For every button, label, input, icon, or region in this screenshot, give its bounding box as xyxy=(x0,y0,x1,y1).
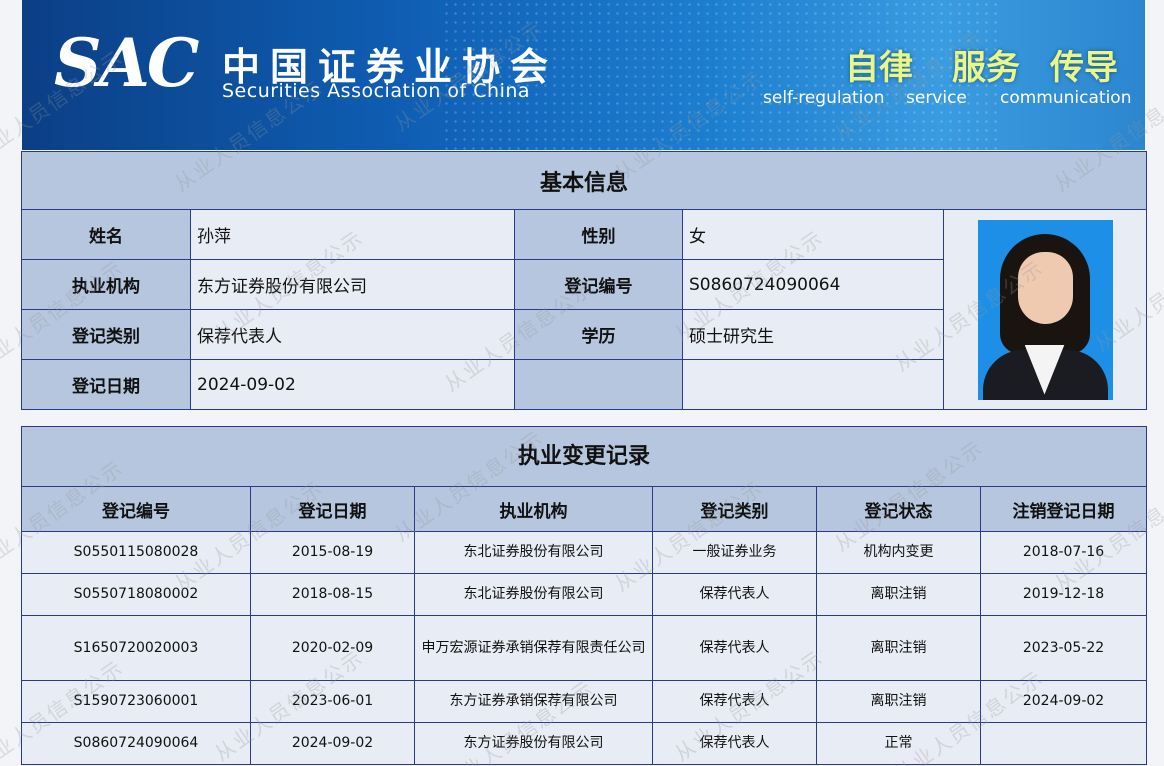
reg-date-label: 登记日期 xyxy=(21,359,191,410)
cell-date: 2020-02-09 xyxy=(250,615,415,681)
motto-en-self-regulation: self-regulation xyxy=(763,88,885,108)
table-row: S0550718080002 2018-08-15 东北证券股份有限公司 保荐代… xyxy=(21,573,1148,616)
cell-regno: S1590723060001 xyxy=(21,680,251,723)
table-row: S0860724090064 2024-09-02 东方证券股份有限公司 保荐代… xyxy=(21,722,1148,765)
col-header-date: 登记日期 xyxy=(250,486,415,532)
org-name-en: Securities Association of China xyxy=(222,80,531,102)
table-row: S1590723060001 2023-06-01 东方证券承销保荐有限公司 保… xyxy=(21,680,1148,723)
cell-cancel-date: 2019-12-18 xyxy=(979,573,1148,616)
cell-date: 2023-06-01 xyxy=(250,680,415,723)
motto-communication: 传导 xyxy=(1050,48,1118,88)
col-header-org: 执业机构 xyxy=(414,486,653,532)
cell-cancel-date: 2024-09-02 xyxy=(979,680,1148,723)
cell-category: 保荐代表人 xyxy=(652,680,817,723)
basic-info-table: 基本信息 姓名 孙萍 性别 女 执业机构 东方证券股份有限公司 登记编号 S08… xyxy=(21,151,1147,410)
cell-status: 离职注销 xyxy=(816,573,981,616)
col-header-status: 登记状态 xyxy=(816,486,981,532)
col-header-cancel-date: 注销登记日期 xyxy=(979,486,1148,532)
table-row: S1650720020003 2020-02-09 申万宏源证券承销保荐有限责任… xyxy=(21,615,1148,681)
name-value: 孙萍 xyxy=(190,209,515,260)
cell-status: 正常 xyxy=(816,722,981,765)
photo-cell xyxy=(943,209,1147,410)
org-label: 执业机构 xyxy=(21,259,191,310)
change-records-table: 执业变更记录 登记编号 登记日期 执业机构 登记类别 登记状态 注销登记日期 S… xyxy=(20,426,1148,765)
cell-regno: S1650720020003 xyxy=(21,615,251,681)
cell-org: 东北证券股份有限公司 xyxy=(414,531,653,574)
cell-status: 离职注销 xyxy=(816,680,981,723)
sac-logo: SAC xyxy=(54,24,199,102)
empty-value xyxy=(682,359,944,410)
name-label: 姓名 xyxy=(21,209,191,260)
motto-service: 服务 xyxy=(952,48,1020,88)
cell-date: 2015-08-19 xyxy=(250,531,415,574)
header-banner: SAC 中国证券业协会 Securities Association of Ch… xyxy=(22,0,1145,150)
motto-self-regulation: 自律 xyxy=(845,48,913,88)
col-header-category: 登记类别 xyxy=(652,486,817,532)
cell-category: 一般证券业务 xyxy=(652,531,817,574)
cell-category: 保荐代表人 xyxy=(652,573,817,616)
regno-value: S0860724090064 xyxy=(682,259,944,310)
cell-org: 东北证券股份有限公司 xyxy=(414,573,653,616)
cell-regno: S0550718080002 xyxy=(21,573,251,616)
motto-en-communication: communication xyxy=(1000,88,1132,108)
regno-label: 登记编号 xyxy=(514,259,683,310)
cell-cancel-date: 2018-07-16 xyxy=(979,531,1148,574)
cell-regno: S0860724090064 xyxy=(21,722,251,765)
basic-info-title: 基本信息 xyxy=(21,151,1147,210)
cell-org: 东方证券股份有限公司 xyxy=(414,722,653,765)
cell-date: 2018-08-15 xyxy=(250,573,415,616)
cell-category: 保荐代表人 xyxy=(652,722,817,765)
portrait-photo xyxy=(977,219,1113,400)
cell-status: 离职注销 xyxy=(816,615,981,681)
cell-org: 东方证券承销保荐有限公司 xyxy=(414,680,653,723)
cell-regno: S0550115080028 xyxy=(21,531,251,574)
education-label: 学历 xyxy=(514,309,683,360)
motto-en-service: service xyxy=(906,88,967,108)
category-label: 登记类别 xyxy=(21,309,191,360)
cell-date: 2024-09-02 xyxy=(250,722,415,765)
education-value: 硕士研究生 xyxy=(682,309,944,360)
table-row: S0550115080028 2015-08-19 东北证券股份有限公司 一般证… xyxy=(21,531,1148,574)
cell-cancel-date xyxy=(979,722,1148,765)
cell-org: 申万宏源证券承销保荐有限责任公司 xyxy=(414,615,653,681)
cell-status: 机构内变更 xyxy=(816,531,981,574)
cell-category: 保荐代表人 xyxy=(652,615,817,681)
empty-label xyxy=(514,359,683,410)
gender-value: 女 xyxy=(682,209,944,260)
col-header-regno: 登记编号 xyxy=(21,486,251,532)
org-value: 东方证券股份有限公司 xyxy=(190,259,515,310)
cell-cancel-date: 2023-05-22 xyxy=(979,615,1148,681)
category-value: 保荐代表人 xyxy=(190,309,515,360)
reg-date-value: 2024-09-02 xyxy=(190,359,515,410)
records-title: 执业变更记录 xyxy=(20,426,1148,487)
gender-label: 性别 xyxy=(514,209,683,260)
